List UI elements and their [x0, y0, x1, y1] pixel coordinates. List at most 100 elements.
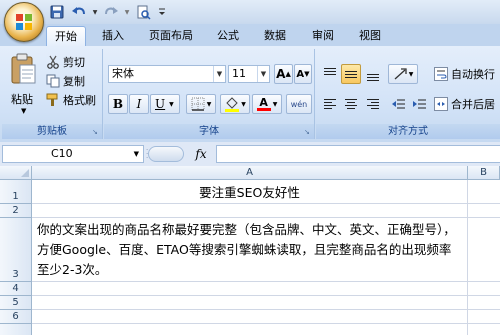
row-header-4[interactable]: 4: [0, 282, 32, 296]
tab-formulas[interactable]: 公式: [212, 26, 244, 46]
row-header-1[interactable]: 1: [0, 180, 32, 204]
wrap-text-button[interactable]: 自动换行: [434, 66, 495, 82]
fill-color-button[interactable]: ▼: [220, 94, 250, 114]
column-header-a[interactable]: A: [32, 166, 468, 180]
cell-b5[interactable]: [468, 296, 500, 310]
merge-center-button[interactable]: 合并后居: [434, 96, 495, 112]
office-button[interactable]: [4, 2, 44, 42]
align-top-button[interactable]: [320, 64, 339, 84]
increase-indent-button[interactable]: [409, 94, 428, 114]
tab-review[interactable]: 审阅: [307, 26, 339, 46]
font-color-button[interactable]: A ▼: [252, 94, 282, 114]
tab-data[interactable]: 数据: [259, 26, 291, 46]
font-size-value: 11: [232, 67, 246, 80]
cell-b7[interactable]: [468, 324, 500, 335]
select-all-corner[interactable]: [0, 166, 32, 180]
copy-button[interactable]: 复制: [46, 73, 85, 89]
paste-dropdown-icon[interactable]: ▼: [21, 107, 26, 115]
cell-a1[interactable]: 要注重SEO友好性: [32, 180, 468, 204]
cell-b1[interactable]: [468, 180, 500, 204]
name-box-dropdown-icon[interactable]: ▼: [134, 146, 139, 162]
align-center-button[interactable]: [341, 94, 361, 114]
font-color-swatch: [256, 108, 271, 111]
cell-b6[interactable]: [468, 310, 500, 324]
grow-font-button[interactable]: A ▲: [274, 64, 293, 84]
customize-arrow-icon[interactable]: [156, 3, 168, 21]
cell-b3[interactable]: [468, 218, 500, 282]
row-header-7[interactable]: [0, 324, 32, 335]
paste-button[interactable]: 粘贴 ▼: [6, 51, 42, 121]
font-size-dropdown-icon[interactable]: ▼: [257, 66, 269, 82]
orientation-dropdown-icon[interactable]: ▼: [409, 71, 414, 78]
font-size-combo[interactable]: 11 ▼: [228, 65, 270, 83]
save-icon[interactable]: [48, 3, 66, 21]
underline-button[interactable]: U ▼: [150, 94, 180, 114]
quick-access-toolbar: ▼ ▼: [48, 3, 168, 21]
align-bottom-icon: [366, 73, 379, 81]
align-right-button[interactable]: [363, 94, 382, 114]
format-painter-button[interactable]: 格式刷: [46, 92, 96, 108]
row-header-6[interactable]: 6: [0, 310, 32, 324]
italic-icon: I: [136, 97, 142, 111]
align-bottom-button[interactable]: [363, 64, 382, 84]
undo-dropdown-icon[interactable]: ▼: [92, 3, 98, 21]
merge-center-label: 合并后居: [451, 98, 495, 111]
phonetic-button[interactable]: wén: [286, 94, 312, 114]
cell-b4[interactable]: [468, 282, 500, 296]
column-header-b[interactable]: B: [468, 166, 500, 180]
cut-button[interactable]: 剪切: [46, 54, 85, 70]
row-header-3[interactable]: 3: [0, 218, 32, 282]
borders-button[interactable]: ▼: [186, 94, 216, 114]
paste-icon: [11, 53, 36, 84]
redo-icon[interactable]: [102, 3, 120, 21]
decrease-indent-icon: [391, 99, 405, 109]
bold-icon: B: [112, 97, 124, 111]
font-group: 宋体 ▼ 11 ▼ A ▲ A ▼ B I U ▼ ▼ ▼ A ▼ wén 字体…: [104, 49, 315, 139]
align-left-icon: [323, 99, 336, 109]
font-name-dropdown-icon[interactable]: ▼: [213, 66, 225, 82]
clipboard-launcher-icon[interactable]: ↘: [92, 128, 100, 136]
tab-page-layout[interactable]: 页面布局: [143, 26, 199, 46]
font-color-dropdown-icon[interactable]: ▼: [273, 101, 278, 108]
name-box[interactable]: C10 ▼: [2, 145, 144, 163]
tab-view[interactable]: 视图: [354, 26, 386, 46]
borders-dropdown-icon[interactable]: ▼: [207, 101, 212, 108]
row-header-5[interactable]: 5: [0, 296, 32, 310]
tab-insert[interactable]: 插入: [97, 26, 129, 46]
cell-a6[interactable]: [32, 310, 468, 324]
font-launcher-icon[interactable]: ↘: [304, 128, 312, 136]
formula-input[interactable]: [216, 145, 500, 163]
insert-function-button[interactable]: fx: [190, 146, 212, 162]
orientation-button[interactable]: ▼: [388, 64, 418, 84]
clipboard-group-label: 剪贴板: [2, 124, 102, 139]
shrink-font-button[interactable]: A ▼: [294, 64, 312, 84]
cell-a3[interactable]: 你的文案出现的商品名称最好要完整（包含品牌、中文、英文、正确型号），方便Goog…: [32, 218, 468, 282]
cell-a4[interactable]: [32, 282, 468, 296]
formula-bar-splitter[interactable]: [148, 146, 184, 162]
cell-a7[interactable]: [32, 324, 468, 335]
cell-a2[interactable]: [32, 204, 468, 218]
select-all-icon: [21, 169, 29, 177]
phonetic-icon: wén: [290, 99, 308, 109]
italic-button[interactable]: I: [129, 94, 149, 114]
cell-b2[interactable]: [468, 204, 500, 218]
shrink-font-icon: A: [296, 68, 305, 80]
alignment-group-label: 对齐方式: [316, 124, 500, 139]
align-middle-button[interactable]: [341, 64, 361, 84]
print-preview-icon[interactable]: [134, 3, 152, 21]
redo-dropdown-icon[interactable]: ▼: [124, 3, 130, 21]
scissors-icon: [47, 55, 59, 69]
fill-color-dropdown-icon[interactable]: ▼: [241, 101, 246, 108]
bold-button[interactable]: B: [108, 94, 128, 114]
align-left-button[interactable]: [320, 94, 339, 114]
ribbon-tabs: 开始 插入 页面布局 公式 数据 审阅 视图: [0, 24, 500, 47]
decrease-indent-button[interactable]: [388, 94, 407, 114]
format-painter-icon: [46, 93, 58, 106]
cell-a3-text: 你的文案出现的商品名称最好要完整（包含品牌、中文、英文、正确型号），方便Goog…: [37, 222, 456, 277]
tab-home[interactable]: 开始: [46, 26, 86, 47]
underline-dropdown-icon[interactable]: ▼: [169, 101, 174, 108]
cell-a5[interactable]: [32, 296, 468, 310]
undo-icon[interactable]: [70, 3, 88, 21]
row-header-2[interactable]: 2: [0, 204, 32, 218]
font-name-combo[interactable]: 宋体 ▼: [108, 65, 226, 83]
